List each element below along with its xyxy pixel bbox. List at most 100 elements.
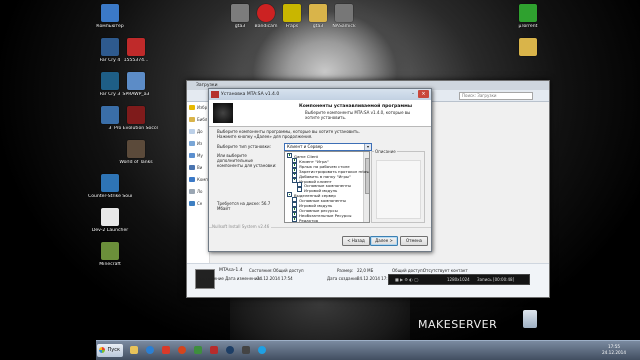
wizard-header: Компоненты устанавливаемой программы Выб… — [209, 100, 431, 127]
nav-label: Библ — [197, 117, 208, 122]
header-title: Компоненты устанавливаемой программы — [299, 104, 413, 109]
state-value: Общий доступ — [273, 268, 304, 273]
mta-logo-icon — [211, 91, 219, 98]
tree-item[interactable]: Редактор — [292, 216, 319, 223]
cancel-button[interactable]: Отмена — [400, 236, 428, 246]
image-file-icon — [127, 38, 145, 56]
desktop-icon-sprawp[interactable]: SPRAWP_a3 — [114, 72, 158, 97]
components-tree[interactable]: Game Client Клиент "Игра" Ярлык на рабочем… — [284, 151, 370, 223]
utorrent-icon — [519, 4, 537, 22]
bandicam-icon — [178, 346, 186, 354]
nav-item-network[interactable]: Се — [187, 198, 209, 210]
minimize-icon[interactable]: – — [409, 90, 417, 98]
desktop-icon-nasamick[interactable]: NASamick — [322, 4, 366, 29]
wizard-titlebar[interactable]: Установка MTA:SA v1.4.0 – × — [209, 89, 431, 100]
desktop-icon-pes-2014[interactable]: Pro Evolution Soccer 2014 — [114, 106, 158, 131]
desktop-icon-counter-strike[interactable]: Counter-Strike Source v34 — [88, 174, 132, 199]
desktop-icon-label: World of Tanks — [119, 160, 153, 165]
scroll-thumb[interactable] — [364, 158, 369, 194]
clock-date: 24.12.2014 — [602, 349, 626, 355]
taskbar-steam[interactable] — [223, 343, 237, 358]
taskbar-explorer[interactable] — [127, 343, 141, 358]
installer-brand: Nullsoft Install System v2.46 — [212, 224, 272, 229]
nav-item-images[interactable]: Из — [187, 138, 209, 150]
desktop-icon-image[interactable]: 1555374... — [114, 38, 158, 63]
description-text — [376, 160, 421, 219]
computer-icon — [189, 177, 195, 182]
taskbar-app[interactable] — [191, 343, 205, 358]
recorder-bar[interactable]: ■ ▶ ⚙ ◐ ◯ 1280x1024 Запись [00:00:48] — [388, 274, 530, 285]
desktop-icon-minecraft[interactable]: Minecraft — [88, 242, 132, 267]
recycle-bin-icon — [523, 310, 537, 328]
desktop-icon-label: Pro Evolution Soccer 2014 — [114, 126, 158, 131]
images-icon — [189, 141, 195, 146]
wizard-body: Выберите компоненты программы, которые в… — [209, 127, 431, 223]
description-group: Описание — [371, 149, 425, 223]
nav-label: Из — [197, 141, 203, 146]
media-player-icon — [162, 346, 170, 354]
desktop-icon-label: NASamick — [332, 24, 356, 29]
watermark-text2: SERVER — [451, 318, 498, 331]
explorer-nav-pane: Избр Библ До Из Му Ви Компь Ло Се — [187, 102, 210, 264]
close-icon[interactable]: × — [418, 90, 429, 98]
nav-item-music[interactable]: Му — [187, 150, 209, 162]
taskbar-browser[interactable] — [143, 343, 157, 358]
desktop-icon-computer[interactable]: Компьютер — [88, 4, 132, 29]
chevron-down-icon: ▾ — [364, 144, 371, 150]
desktop-icon-recycle-bin[interactable] — [508, 310, 552, 328]
taskbar: Пуск 17:55 24.12.2014 — [96, 340, 640, 360]
desktop-icon-label: Dev-2 Launcher — [91, 228, 129, 233]
installer-wizard: Установка MTA:SA v1.4.0 – × Компоненты у… — [208, 88, 432, 252]
system-clock[interactable]: 17:55 24.12.2014 — [602, 344, 626, 355]
back-button[interactable]: < Назад — [342, 236, 370, 246]
mta-icon — [210, 346, 218, 354]
disk-space-label: Требуется на диске: 56.7 Мбайт — [217, 201, 271, 211]
components-label: Или выберите дополнительные компоненты д… — [217, 153, 277, 168]
nav-item-libraries[interactable]: Библ — [187, 114, 209, 126]
watermark-text: MAKE — [418, 318, 452, 331]
taskbar-skype[interactable] — [255, 343, 269, 358]
desktop-icon-label: µTorrent — [518, 24, 538, 29]
counter-strike-icon — [101, 174, 119, 192]
document-icon — [101, 208, 119, 226]
desktop-icon-folder[interactable] — [506, 38, 550, 58]
taskbar-bandicam[interactable] — [175, 343, 189, 358]
nav-label: Избр — [197, 105, 208, 110]
modified-value: 24.12.2014 17:54 — [257, 276, 293, 281]
access-label: Общий доступ: — [392, 268, 424, 273]
disk-icon — [189, 189, 195, 194]
terminal-icon — [242, 346, 250, 354]
nav-item-local-disk[interactable]: Ло — [187, 186, 209, 198]
desktop-icon-world-of-tanks[interactable]: World of Tanks — [114, 140, 158, 165]
nav-label: Се — [197, 201, 203, 206]
tree-item-label: Редактор — [299, 217, 319, 223]
app-icon — [194, 346, 202, 354]
desktop-icon-dev-launcher[interactable]: Dev-2 Launcher — [88, 208, 132, 233]
recorder-status: Запись [00:00:48] — [477, 277, 515, 282]
desktop-icon-utorrent[interactable]: µTorrent — [506, 4, 550, 29]
taskbar-mta[interactable] — [207, 343, 221, 358]
documents-icon — [189, 129, 195, 134]
videos-icon — [189, 165, 195, 170]
nav-item-computer[interactable]: Компь — [187, 174, 210, 186]
taskbar-terminal[interactable] — [239, 343, 253, 358]
recorder-icons: ■ ▶ ⚙ ◐ ◯ — [395, 277, 419, 282]
install-type-select[interactable]: Клиент и Сервер ▾ — [284, 143, 372, 151]
next-button[interactable]: Далее > — [370, 236, 398, 246]
tree-scrollbar[interactable] — [363, 152, 369, 222]
browser-icon — [146, 346, 154, 354]
desktop-icon-label: Minecraft — [99, 262, 121, 267]
checkbox[interactable] — [292, 216, 297, 222]
makeserver-watermark: MAKESERVER — [418, 318, 497, 331]
taskbar-media[interactable] — [159, 343, 173, 358]
start-label: Пуск — [107, 347, 121, 353]
start-button[interactable]: Пуск — [97, 344, 123, 357]
steam-icon — [226, 346, 234, 354]
desktop-icon-label: Counter-Strike Source v34 — [88, 194, 132, 199]
nav-item-videos[interactable]: Ви — [187, 162, 209, 174]
nav-item-documents[interactable]: До — [187, 126, 209, 138]
minecraft-icon — [101, 242, 119, 260]
explorer-search-input[interactable]: Поиск: Загрузки — [459, 92, 533, 100]
nav-item-favorites[interactable]: Избр — [187, 102, 209, 114]
file-name: MTAsa-1.4 — [219, 268, 243, 273]
